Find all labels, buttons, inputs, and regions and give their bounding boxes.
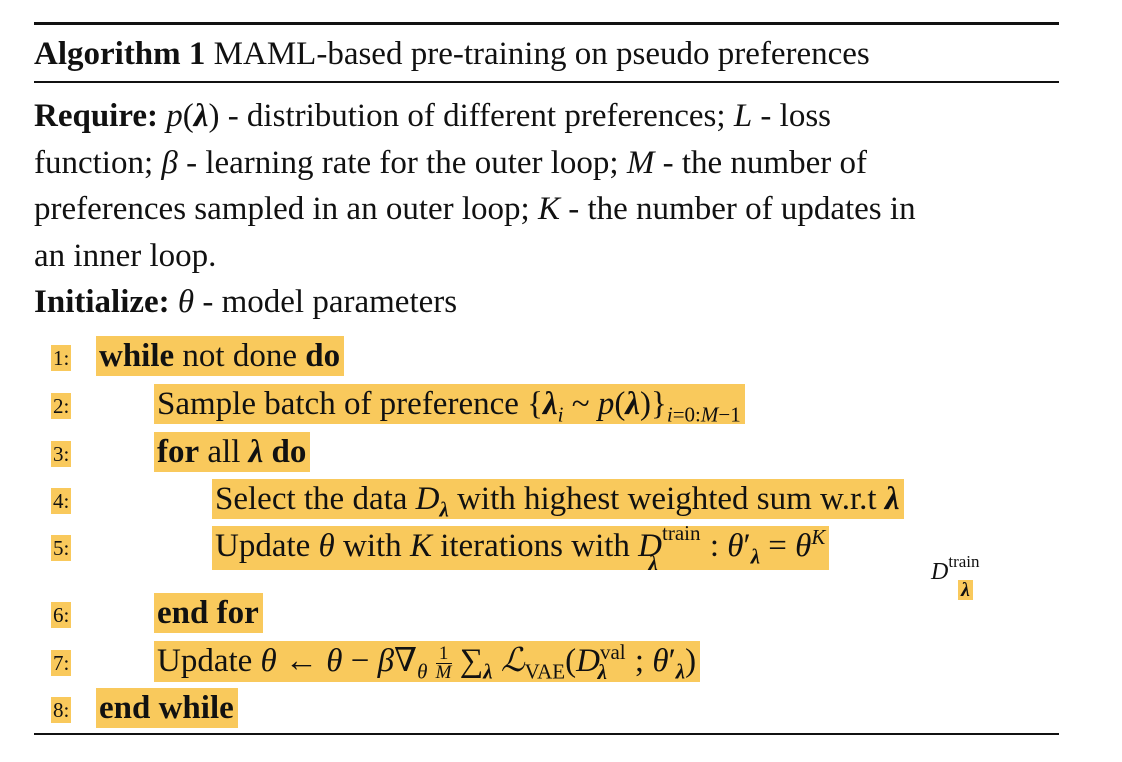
- initialize-text: θ - model parameters: [177, 284, 458, 320]
- step-number: 2:: [51, 393, 72, 419]
- initialize-line: Initialize: θ - model parameters: [34, 279, 1074, 326]
- preamble: Require: p(λ) - distribution of differen…: [34, 93, 1074, 326]
- step-text: Update θ ← θ − β∇θ 1M ∑λ ℒVAE(Dvalλ; θ′λ…: [154, 641, 701, 682]
- step-text: while not done do: [96, 336, 345, 376]
- require-line-2: function; β - learning rate for the oute…: [34, 144, 867, 181]
- step-number: 4:: [51, 488, 72, 514]
- algorithm-caption: Algorithm 1 MAML-based pre-training on p…: [34, 35, 1059, 73]
- step-text: Select the data Dλ with highest weighted…: [212, 479, 904, 520]
- step-number: 3:: [51, 441, 72, 467]
- step-text: Update θ with K iterations with Dtrainλ:…: [212, 523, 830, 573]
- require-line-4: an inner loop.: [34, 237, 217, 274]
- require-line-1: Require: p(λ) - distribution of differen…: [34, 93, 1074, 140]
- step-text: Sample batch of preference {λi ~ p(λ)}i=…: [154, 384, 745, 425]
- top-rule: [34, 22, 1059, 25]
- require-keyword: Require:: [34, 98, 159, 134]
- step-text: end for: [154, 593, 263, 633]
- algorithm-title: MAML-based pre-training on pseudo prefer…: [213, 36, 870, 72]
- step-text: end while: [96, 688, 238, 728]
- bottom-rule: [34, 733, 1059, 735]
- step-number: 6:: [51, 602, 72, 628]
- step-number: 5:: [51, 535, 72, 561]
- step-number: 7:: [51, 650, 72, 676]
- caption-rule: [34, 81, 1059, 83]
- step-text: for all λ do: [154, 432, 311, 472]
- require-line-3: preferences sampled in an outer loop; K …: [34, 191, 916, 227]
- require-text-1: p(λ) - distribution of different prefere…: [166, 98, 832, 134]
- step-number: 8:: [51, 697, 72, 723]
- algorithm-block: Algorithm 1 MAML-based pre-training on p…: [34, 22, 1059, 83]
- step-5-subscript-lambda: λ: [958, 580, 973, 600]
- initialize-keyword: Initialize:: [34, 284, 170, 320]
- algorithm-label: Algorithm 1: [34, 36, 206, 72]
- step-number: 1:: [51, 345, 72, 371]
